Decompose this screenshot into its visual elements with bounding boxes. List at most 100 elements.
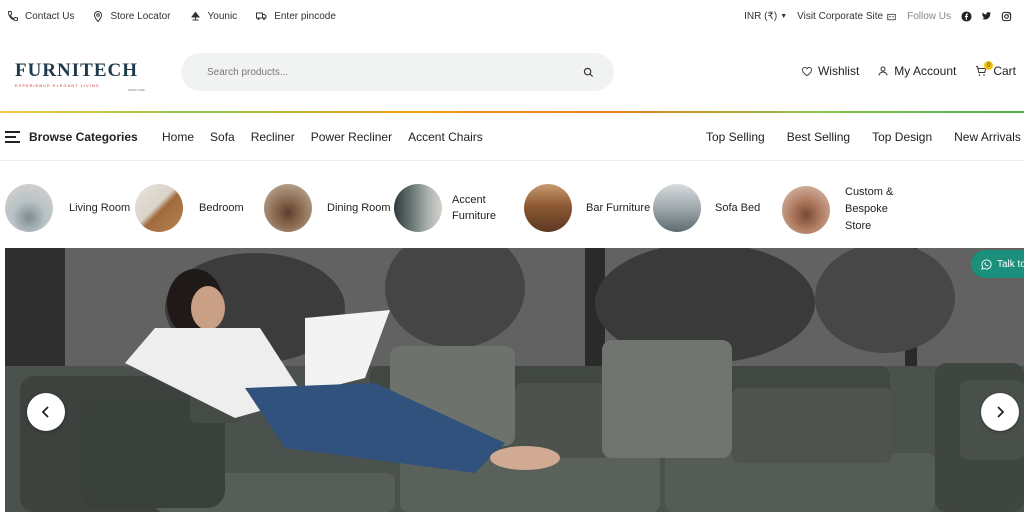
search-bar (181, 53, 614, 91)
search-input[interactable] (207, 66, 567, 78)
store-locator-label: Store Locator (110, 10, 171, 22)
category-bedroom[interactable]: Bedroom (135, 184, 244, 232)
enter-pincode-link[interactable]: Enter pincode (255, 10, 336, 22)
chevron-right-icon (997, 406, 1005, 418)
social-links (961, 10, 1012, 22)
nav-links-left: Home Sofa Recliner Power Recliner Accent… (162, 130, 483, 144)
top-bar: Contact Us Store Locator Younic Enter pi… (0, 0, 1024, 32)
category-label: Sofa Bed (715, 202, 760, 214)
browse-categories-label: Browse Categories (29, 130, 138, 144)
younic-link[interactable]: Younic (189, 10, 238, 22)
search-icon[interactable] (583, 67, 594, 78)
hero-image (5, 248, 1024, 512)
category-label: Dining Room (327, 202, 391, 214)
nav-link-accent-chairs[interactable]: Accent Chairs (408, 130, 483, 144)
category-label-line: Bar Furniture (586, 202, 651, 214)
category-label: Accent Furniture (452, 192, 496, 224)
category-label-line: Custom & (845, 186, 894, 198)
category-accent-furniture[interactable]: Accent Furniture (394, 184, 496, 232)
carousel-prev-button[interactable] (27, 393, 65, 431)
category-label-line: Living Room (69, 202, 131, 214)
nav-link-power-recliner[interactable]: Power Recliner (311, 130, 392, 144)
chevron-left-icon (41, 406, 49, 418)
category-label: Bar Furniture (586, 202, 650, 214)
instagram-icon[interactable] (1001, 11, 1012, 22)
my-account-link[interactable]: My Account (877, 64, 956, 78)
talk-label: Talk to (997, 258, 1024, 270)
category-label: Living Room (69, 202, 130, 214)
logo-since: SINCE 1996 (128, 88, 145, 92)
category-custom-bespoke[interactable]: Custom & Bespoke Store (782, 184, 893, 235)
category-label-line: Store (845, 220, 872, 232)
hero-banner (5, 248, 1024, 512)
category-image (782, 185, 830, 234)
corporate-site-label: Visit Corporate Site (797, 10, 884, 22)
category-sofa-bed[interactable]: Sofa Bed (653, 184, 760, 232)
main-nav: Browse Categories Home Sofa Recliner Pow… (0, 113, 1024, 161)
wishlist-label: Wishlist (817, 64, 860, 78)
truck-icon (256, 12, 267, 20)
nav-link-home[interactable]: Home (162, 130, 194, 144)
corporate-site-link[interactable]: Visit Corporate Site (797, 11, 897, 22)
menu-icon (5, 131, 20, 143)
follow-us-label: Follow Us (907, 10, 951, 22)
whatsapp-chat-button[interactable]: Talk to (971, 250, 1024, 278)
nav-link-best-selling[interactable]: Best Selling (787, 130, 850, 144)
category-label: Custom & Bespoke Store (845, 184, 893, 235)
lamp-icon (190, 11, 200, 21)
building-icon (887, 13, 896, 21)
category-bar-furniture[interactable]: Bar Furniture (524, 184, 650, 232)
category-image (5, 184, 53, 232)
category-image (264, 184, 312, 232)
younic-label: Younic (207, 10, 238, 22)
site-header: FURNITECH EXPERIENCE ELEGANT LIVING SINC… (0, 40, 1024, 104)
category-strip: Living Room Bedroom Dining Room Accent Fu… (0, 176, 1024, 240)
twitter-icon[interactable] (981, 11, 992, 21)
phone-icon (7, 11, 18, 22)
category-dining-room[interactable]: Dining Room (264, 184, 391, 232)
cart-count-badge: 0 (984, 61, 994, 70)
nav-link-recliner[interactable]: Recliner (251, 130, 295, 144)
heart-icon (801, 66, 813, 76)
whatsapp-icon (981, 258, 992, 270)
wishlist-link[interactable]: Wishlist (801, 64, 859, 78)
category-label-line: Bespoke (845, 203, 888, 215)
nav-divider (0, 160, 1024, 161)
nav-link-top-design[interactable]: Top Design (872, 130, 932, 144)
carousel-next-button[interactable] (981, 393, 1019, 431)
category-image (524, 184, 572, 232)
category-image (394, 184, 442, 232)
logo-wordmark: FURNITECH (15, 60, 139, 81)
category-label-line: Accent (452, 194, 486, 206)
nav-links-right: Top Selling Best Selling Top Design New … (706, 130, 1021, 144)
contact-us-label: Contact Us (25, 10, 75, 22)
cart-label: Cart (993, 64, 1016, 78)
my-account-label: My Account (894, 64, 957, 78)
nav-link-top-selling[interactable]: Top Selling (706, 130, 765, 144)
currency-selector[interactable]: INR (₹) ▼ (744, 11, 787, 22)
category-living-room[interactable]: Living Room (5, 184, 130, 232)
category-image (135, 184, 183, 232)
currency-label: INR (₹) (744, 10, 778, 22)
store-locator-link[interactable]: Store Locator (92, 10, 171, 23)
cart-link[interactable]: 0 Cart (974, 61, 1016, 78)
top-bar-left: Contact Us Store Locator Younic Enter pi… (0, 10, 336, 23)
facebook-icon[interactable] (961, 10, 972, 22)
contact-us-link[interactable]: Contact Us (7, 10, 74, 22)
browse-categories-button[interactable]: Browse Categories (5, 130, 138, 144)
nav-link-new-arrivals[interactable]: New Arrivals (954, 130, 1021, 144)
top-bar-right: INR (₹) ▼ Visit Corporate Site Follow Us (744, 0, 1012, 32)
caret-down-icon: ▼ (780, 12, 788, 20)
logo[interactable]: FURNITECH EXPERIENCE ELEGANT LIVING SINC… (15, 60, 155, 92)
location-pin-icon (94, 10, 103, 22)
category-label-line: Dining Room (327, 202, 391, 214)
category-label: Bedroom (199, 202, 244, 214)
header-actions: Wishlist My Account 0 Cart (801, 61, 1016, 78)
enter-pincode-label: Enter pincode (274, 10, 336, 22)
category-image (653, 184, 701, 232)
user-icon (878, 66, 888, 76)
nav-link-sofa[interactable]: Sofa (210, 130, 235, 144)
category-label-line: Sofa Bed (715, 202, 761, 214)
category-label-line: Furniture (452, 210, 497, 222)
category-label-line: Bedroom (199, 202, 244, 214)
